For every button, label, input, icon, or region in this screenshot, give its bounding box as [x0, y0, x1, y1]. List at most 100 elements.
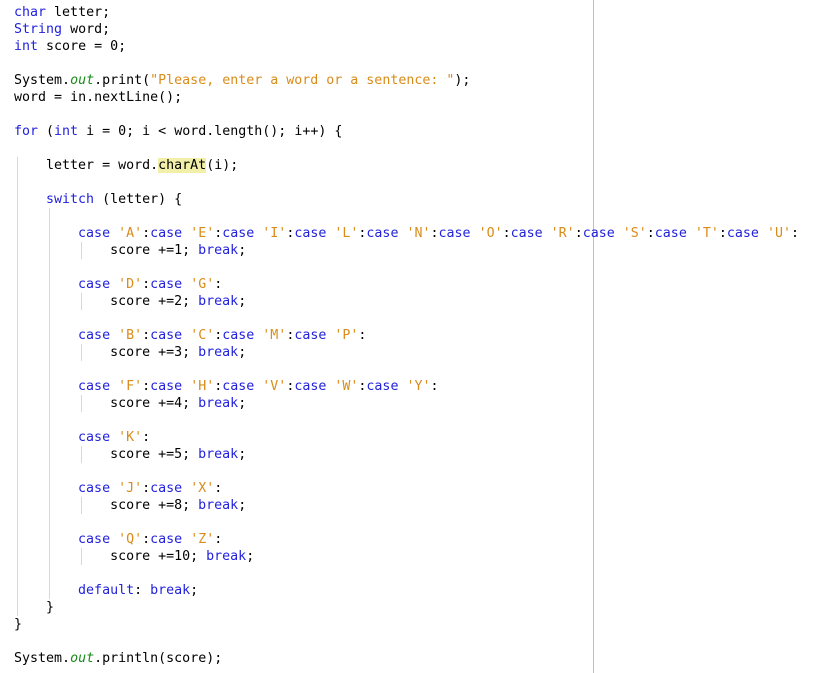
char-literal: 'E': [190, 226, 215, 241]
code-editor-pane[interactable]: char letter; String word; int score = 0; S…: [0, 0, 828, 673]
punctuation: .: [62, 73, 71, 88]
keyword: for: [14, 124, 39, 139]
punctuation: :: [142, 226, 151, 241]
identifier: word: [70, 22, 103, 37]
code-line[interactable]: case 'Q':case 'Z':: [0, 531, 828, 548]
identifier: word: [14, 90, 47, 105]
code-line[interactable]: case 'K':: [0, 429, 828, 446]
code-line[interactable]: score +=5; break;: [0, 446, 828, 463]
punctuation: +=5;: [150, 447, 199, 462]
punctuation: [110, 379, 118, 394]
code-line[interactable]: [0, 463, 828, 480]
punctuation: ;: [238, 396, 247, 411]
keyword: case: [150, 328, 183, 343]
keyword: int: [14, 39, 39, 54]
char-literal: 'B': [118, 328, 143, 343]
keyword: case: [294, 226, 327, 241]
punctuation: [182, 328, 190, 343]
code-line[interactable]: String word;: [0, 21, 828, 38]
code-line[interactable]: [0, 208, 828, 225]
code-line[interactable]: [0, 310, 828, 327]
code-line[interactable]: score +=4; break;: [0, 395, 828, 412]
punctuation: .: [94, 73, 103, 88]
code-line[interactable]: [0, 55, 828, 72]
char-literal: 'R': [550, 226, 575, 241]
punctuation: }: [14, 617, 23, 632]
keyword: case: [150, 379, 183, 394]
punctuation: (: [94, 192, 111, 207]
code-line[interactable]: switch (letter) {: [0, 191, 828, 208]
keyword: switch: [46, 192, 95, 207]
punctuation: [14, 549, 110, 564]
code-line[interactable]: [0, 140, 828, 157]
punctuation: :: [430, 226, 439, 241]
code-line[interactable]: int score = 0;: [0, 38, 828, 55]
code-line[interactable]: System.out.print("Please, enter a word o…: [0, 72, 828, 89]
code-line[interactable]: letter = word.charAt(i);: [0, 157, 828, 174]
punctuation: = 0;: [86, 39, 127, 54]
code-line[interactable]: case 'D':case 'G':: [0, 276, 828, 293]
code-line[interactable]: score +=10; break;: [0, 548, 828, 565]
code-line[interactable]: case 'F':case 'H':case 'V':case 'W':case…: [0, 378, 828, 395]
code-line[interactable]: case 'A':case 'E':case 'I':case 'L':case…: [0, 225, 828, 242]
code-line[interactable]: score +=3; break;: [0, 344, 828, 361]
code-line[interactable]: [0, 106, 828, 123]
punctuation: ;: [238, 447, 247, 462]
code-line[interactable]: word = in.nextLine();: [0, 89, 828, 106]
char-literal: 'V': [262, 379, 287, 394]
code-line[interactable]: System.out.println(score);: [0, 650, 828, 667]
punctuation: [110, 277, 118, 292]
code-line[interactable]: }: [0, 599, 828, 616]
char-literal: 'T': [694, 226, 719, 241]
punctuation: ;: [102, 5, 111, 20]
code-text-layer[interactable]: char letter; String word; int score = 0; S…: [0, 0, 828, 667]
punctuation: [182, 277, 190, 292]
punctuation: [14, 379, 78, 394]
identifier: score: [110, 498, 151, 513]
identifier: score: [166, 651, 207, 666]
punctuation: [182, 379, 190, 394]
identifier: word: [118, 158, 151, 173]
punctuation: =: [46, 90, 71, 105]
identifier: print: [102, 73, 143, 88]
code-line[interactable]: [0, 633, 828, 650]
keyword: case: [294, 328, 327, 343]
code-line[interactable]: char letter;: [0, 4, 828, 21]
code-line[interactable]: [0, 514, 828, 531]
code-line[interactable]: [0, 412, 828, 429]
code-line[interactable]: score +=8; break;: [0, 497, 828, 514]
punctuation: :: [142, 379, 151, 394]
keyword: case: [78, 328, 111, 343]
char-literal: 'C': [190, 328, 215, 343]
identifier: in: [70, 90, 87, 105]
static-field: out: [70, 651, 95, 666]
punctuation: ();: [262, 124, 295, 139]
punctuation: (: [158, 651, 167, 666]
code-line[interactable]: score +=1; break;: [0, 242, 828, 259]
code-line[interactable]: case 'J':case 'X':: [0, 480, 828, 497]
code-line[interactable]: for (int i = 0; i < word.length(); i++) …: [0, 123, 828, 140]
code-line[interactable]: [0, 565, 828, 582]
keyword: case: [150, 481, 183, 496]
identifier: word: [174, 124, 207, 139]
code-line[interactable]: default: break;: [0, 582, 828, 599]
char-literal: 'M': [262, 328, 287, 343]
code-line[interactable]: }: [0, 616, 828, 633]
keyword: case: [654, 226, 687, 241]
keyword: String: [14, 22, 63, 37]
punctuation: +=1;: [150, 243, 199, 258]
char-literal: 'W': [334, 379, 359, 394]
punctuation: :: [646, 226, 655, 241]
punctuation: [14, 328, 78, 343]
code-line[interactable]: [0, 174, 828, 191]
punctuation: [110, 430, 118, 445]
keyword: case: [78, 532, 111, 547]
code-line[interactable]: score +=2; break;: [0, 293, 828, 310]
identifier: score: [46, 39, 87, 54]
punctuation: [110, 532, 118, 547]
code-line[interactable]: case 'B':case 'C':case 'M':case 'P':: [0, 327, 828, 344]
code-line[interactable]: [0, 259, 828, 276]
identifier: score: [110, 396, 151, 411]
code-line[interactable]: [0, 361, 828, 378]
identifier: println: [102, 651, 159, 666]
